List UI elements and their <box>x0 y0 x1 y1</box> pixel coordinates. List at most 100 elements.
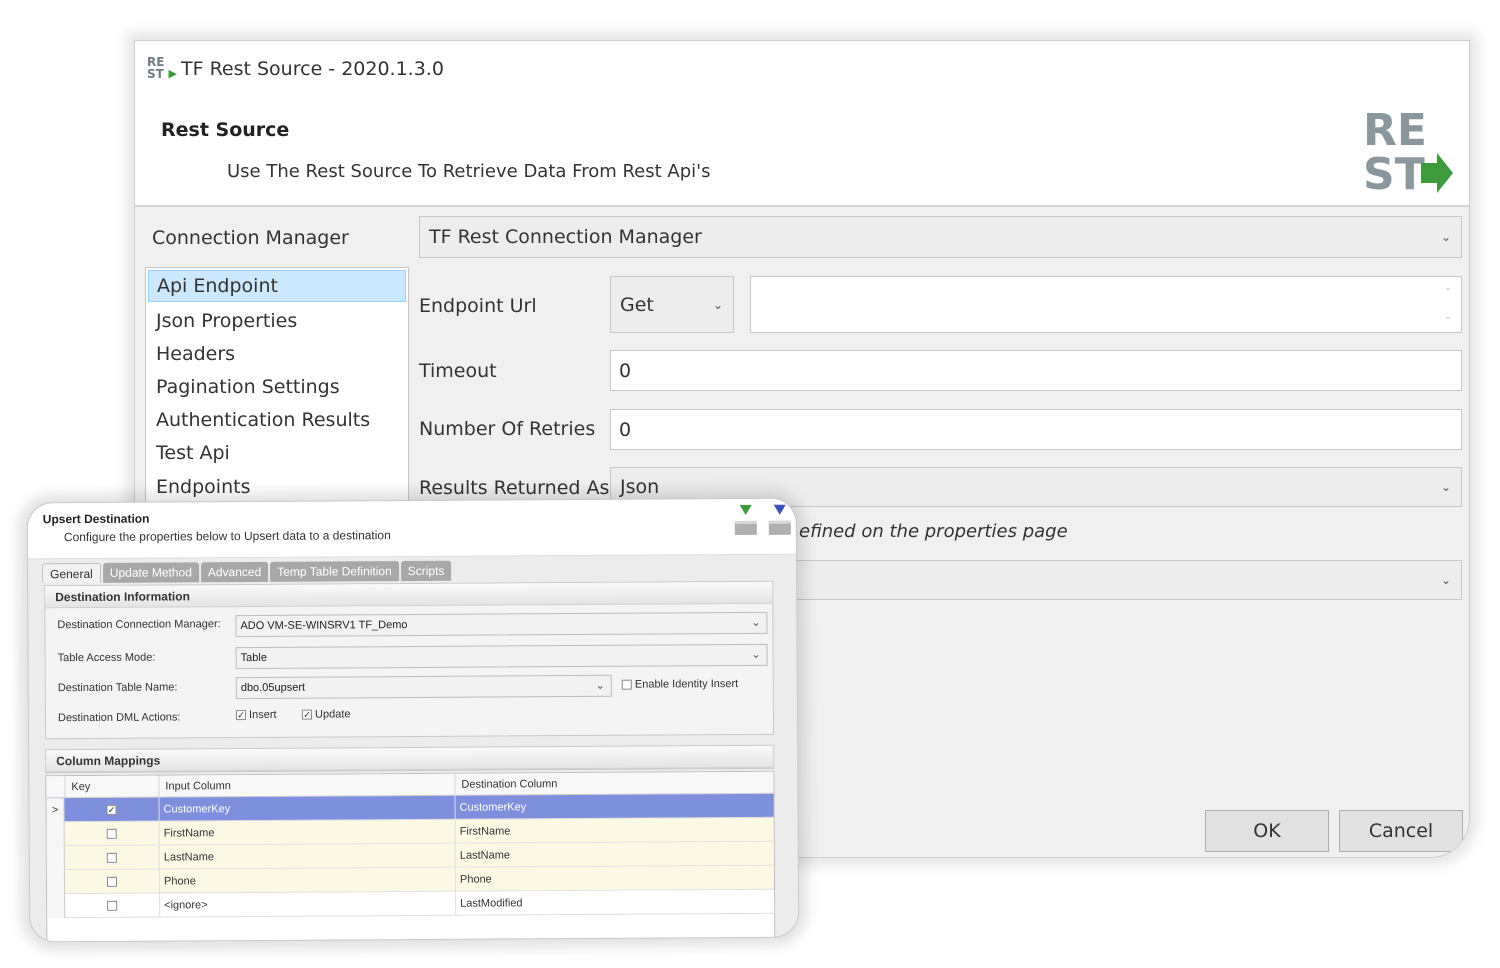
destination-column-cell[interactable]: Phone <box>454 865 776 892</box>
endpoint-url-input[interactable]: ⌃ ⌄ <box>750 276 1462 333</box>
destination-column-cell[interactable]: CustomerKey <box>454 793 775 820</box>
input-column-cell[interactable]: <ignore> <box>159 891 456 918</box>
results-returned-label: Results Returned As <box>419 477 610 499</box>
chevron-down-icon: ⌄ <box>751 616 761 629</box>
destination-column-cell[interactable]: LastModified <box>455 889 776 916</box>
chevron-down-icon: ⌄ <box>595 679 605 692</box>
insert-option[interactable]: ✓ Insert <box>235 708 277 722</box>
nav-item-json-properties[interactable]: Json Properties <box>148 305 406 337</box>
nav-item-api-endpoint[interactable]: Api Endpoint <box>148 270 406 302</box>
update-option[interactable]: ✓ Update <box>301 708 351 721</box>
key-checkbox[interactable] <box>107 900 118 911</box>
dest-conn-label: Destination Connection Manager: <box>57 618 221 632</box>
identity-insert-option[interactable]: Enable Identity Insert <box>621 678 739 691</box>
nav-item-test-api[interactable]: Test Api <box>148 437 406 469</box>
chevron-down-icon: ⌄ <box>751 648 761 661</box>
scroll-up-icon[interactable]: ⌃ <box>1441 281 1455 305</box>
update-checkbox[interactable]: ✓ <box>301 709 312 720</box>
column-mappings-group: Column Mappings <box>45 744 775 774</box>
update-label: Update <box>314 708 351 721</box>
nav-item-headers[interactable]: Headers <box>148 338 406 370</box>
column-mappings-title: Column Mappings <box>46 745 774 773</box>
identity-insert-checkbox[interactable] <box>621 679 632 690</box>
retries-label: Number Of Retries <box>419 418 596 440</box>
cancel-button[interactable]: Cancel <box>1339 810 1463 852</box>
column-header-input[interactable]: Input Column <box>158 773 455 798</box>
chevron-down-icon: ⌄ <box>712 297 723 312</box>
tab-temp-table-definition[interactable]: Temp Table Definition <box>270 561 399 582</box>
nav-item-pagination-settings[interactable]: Pagination Settings <box>148 371 406 403</box>
input-column-cell[interactable]: CustomerKey <box>158 795 455 822</box>
identity-insert-label: Enable Identity Insert <box>634 678 739 691</box>
rest-app-icon: RE ST ▶ <box>147 55 177 81</box>
nav-item-endpoints[interactable]: Endpoints <box>148 471 406 503</box>
properties-info-text: efined on the properties page <box>799 521 1068 542</box>
destination-column-cell[interactable]: FirstName <box>454 817 775 844</box>
rest-logo: RE ST <box>1363 105 1453 195</box>
column-mappings-grid: Key Input Column Destination Column > ✓ … <box>45 770 776 943</box>
header-subtitle: Use The Rest Source To Retrieve Data Fro… <box>227 161 711 182</box>
upsert-destination-window: Upsert Destination Configure the propert… <box>26 497 800 943</box>
tab-general[interactable]: General <box>42 562 101 584</box>
table-row[interactable]: <ignore> LastModified <box>47 889 776 919</box>
destination-information-title: Destination Information <box>45 581 773 609</box>
destination-column-cell[interactable]: LastName <box>454 841 775 868</box>
key-checkbox[interactable]: ✓ <box>106 804 117 815</box>
tab-advanced[interactable]: Advanced <box>200 561 269 583</box>
input-column-cell[interactable]: FirstName <box>158 819 455 846</box>
access-mode-select[interactable]: Table ⌄ <box>235 643 768 670</box>
textbox-scrollbar[interactable]: ⌃ ⌄ <box>1441 281 1455 329</box>
input-column-cell[interactable]: LastName <box>158 843 455 870</box>
results-returned-value: Json <box>620 476 660 498</box>
dialog-header: Rest Source Use The Rest Source To Retri… <box>135 97 1469 207</box>
chevron-down-icon: ⌄ <box>1440 480 1451 494</box>
retries-input[interactable]: 0 <box>610 409 1462 450</box>
input-column-cell[interactable]: Phone <box>158 867 456 894</box>
row-header <box>46 822 65 847</box>
key-checkbox[interactable] <box>106 852 117 863</box>
title-bar: RE ST ▶ TF Rest Source - 2020.1.3.0 <box>135 41 1469 97</box>
source-table-icon <box>734 504 757 536</box>
destination-information-group: Destination Information Destination Conn… <box>44 580 775 740</box>
table-name-label: Destination Table Name: <box>57 681 178 695</box>
retries-value: 0 <box>619 418 632 441</box>
http-method-value: Get <box>620 293 654 316</box>
row-header <box>46 846 65 871</box>
chevron-down-icon: ⌄ <box>1440 230 1451 244</box>
upsert-title: Upsert Destination <box>42 511 150 527</box>
tab-update-method[interactable]: Update Method <box>102 562 199 583</box>
tab-scripts[interactable]: Scripts <box>400 560 452 582</box>
scroll-down-icon[interactable]: ⌄ <box>1441 305 1455 329</box>
table-name-select[interactable]: dbo.05upsert ⌄ <box>235 674 612 700</box>
key-checkbox[interactable] <box>106 876 118 887</box>
access-mode-value: Table <box>240 651 267 665</box>
header-title: Rest Source <box>161 119 290 141</box>
column-header-key[interactable]: Key <box>64 775 159 799</box>
key-checkbox[interactable] <box>106 828 117 839</box>
insert-label: Insert <box>248 708 277 722</box>
destination-table-icon <box>768 504 791 535</box>
insert-checkbox[interactable]: ✓ <box>235 710 246 721</box>
row-header <box>47 894 66 919</box>
access-mode-label: Table Access Mode: <box>57 651 156 665</box>
dest-conn-value: ADO VM-SE-WINSRV1 TF_Demo <box>240 619 408 633</box>
timeout-label: Timeout <box>419 360 497 382</box>
upsert-subtitle: Configure the properties below to Upsert… <box>63 528 391 545</box>
connection-manager-value: TF Rest Connection Manager <box>429 226 702 248</box>
row-indicator: > <box>46 798 65 823</box>
connection-manager-select[interactable]: TF Rest Connection Manager ⌄ <box>419 216 1462 258</box>
dest-conn-select[interactable]: ADO VM-SE-WINSRV1 TF_Demo ⌄ <box>235 611 768 638</box>
rest-logo-arrow-icon <box>1421 153 1453 193</box>
nav-item-authentication-results[interactable]: Authentication Results <box>148 404 406 436</box>
chevron-down-icon: ⌄ <box>1440 573 1451 587</box>
connection-manager-label: Connection Manager <box>152 227 349 249</box>
upsert-header: Upsert Destination Configure the propert… <box>27 498 796 560</box>
column-header-destination[interactable]: Destination Column <box>454 771 775 796</box>
http-method-select[interactable]: Get ⌄ <box>610 276 734 333</box>
row-header <box>46 870 66 895</box>
timeout-input[interactable]: 0 <box>610 350 1462 391</box>
bottom-select[interactable]: ⌄ <box>775 560 1462 600</box>
ok-button[interactable]: OK <box>1205 810 1329 852</box>
table-name-value: dbo.05upsert <box>240 681 306 695</box>
timeout-value: 0 <box>619 359 632 382</box>
